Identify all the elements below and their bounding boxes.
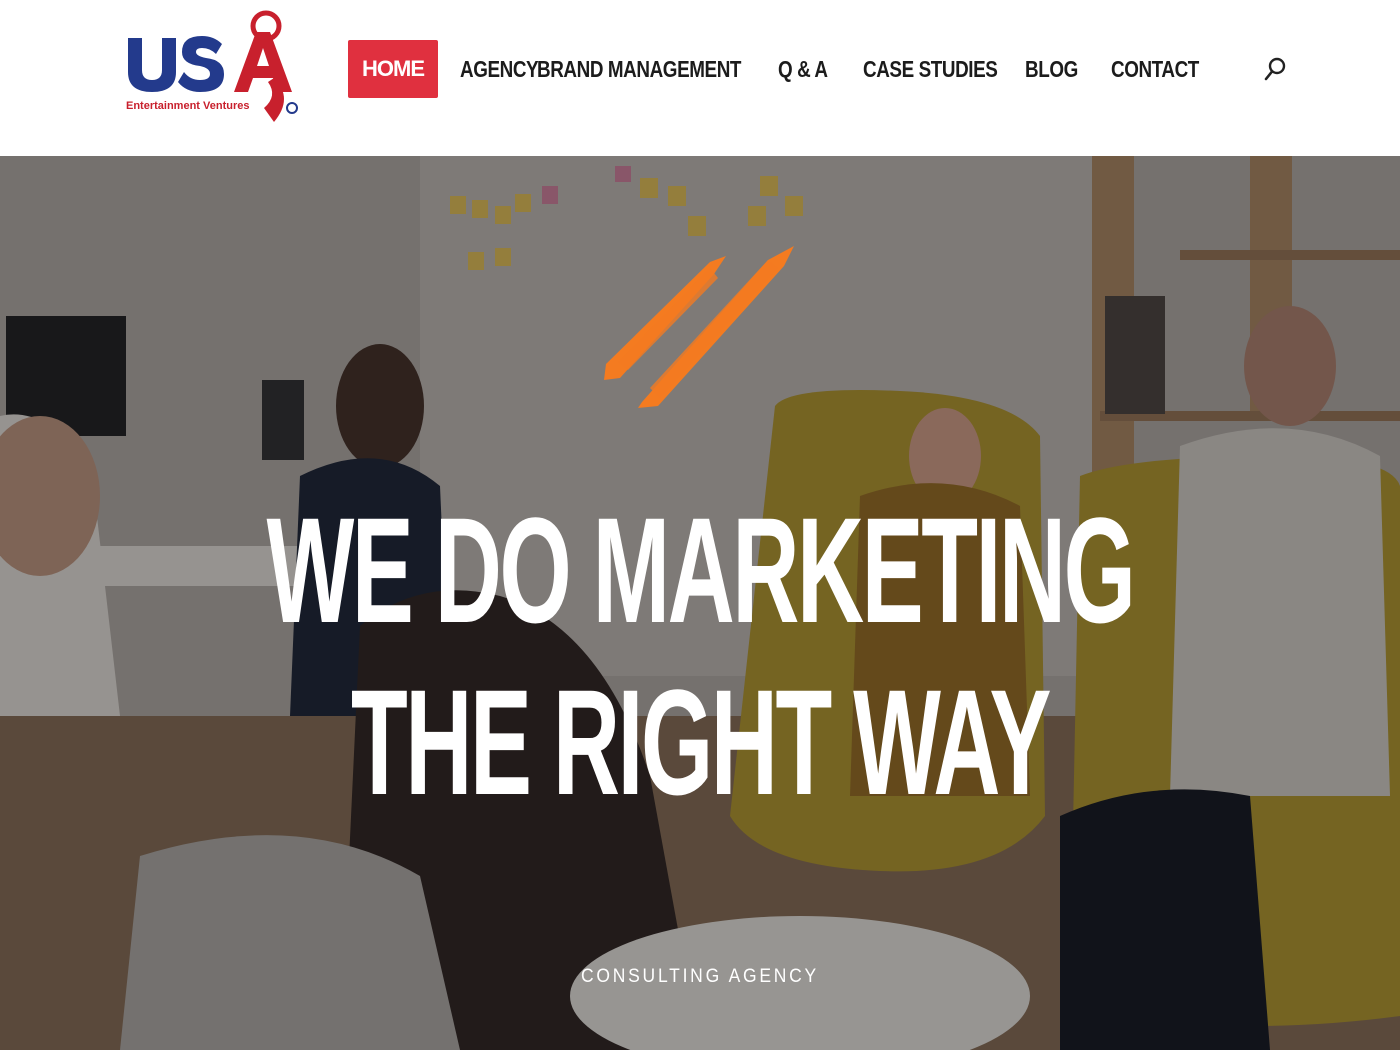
- nav-item-home[interactable]: HOME: [348, 40, 438, 98]
- nav-item-q-and-a[interactable]: Q & A: [778, 40, 828, 98]
- hero-headline: WE DO MARKETING THE RIGHT WAY: [0, 484, 1400, 828]
- search-icon[interactable]: [1262, 56, 1288, 84]
- site-logo[interactable]: Entertainment Ventures: [124, 8, 302, 132]
- site-header: Entertainment Ventures HOME AGENCY BRAND…: [0, 0, 1400, 156]
- brush-stroke-icon: [604, 246, 794, 408]
- nav-item-brand-management[interactable]: BRAND MANAGEMENT: [537, 40, 741, 98]
- hero-subheading: CONSULTING AGENCY: [581, 966, 819, 987]
- hero-headline-line-2: THE RIGHT WAY: [350, 658, 1052, 826]
- main-nav: HOME AGENCY BRAND MANAGEMENT Q & A CASE …: [348, 40, 1218, 98]
- nav-item-agency[interactable]: AGENCY: [460, 40, 539, 98]
- usa-logo-icon: [128, 10, 298, 122]
- nav-item-case-studies[interactable]: CASE STUDIES: [863, 40, 998, 98]
- hero-headline-line-1: WE DO MARKETING: [266, 486, 1136, 654]
- nav-item-contact[interactable]: CONTACT: [1111, 40, 1199, 98]
- logo-tagline: Entertainment Ventures: [126, 100, 250, 112]
- nav-item-blog[interactable]: BLOG: [1025, 40, 1078, 98]
- hero-section: WE DO MARKETING THE RIGHT WAY CONSULTING…: [0, 156, 1400, 1050]
